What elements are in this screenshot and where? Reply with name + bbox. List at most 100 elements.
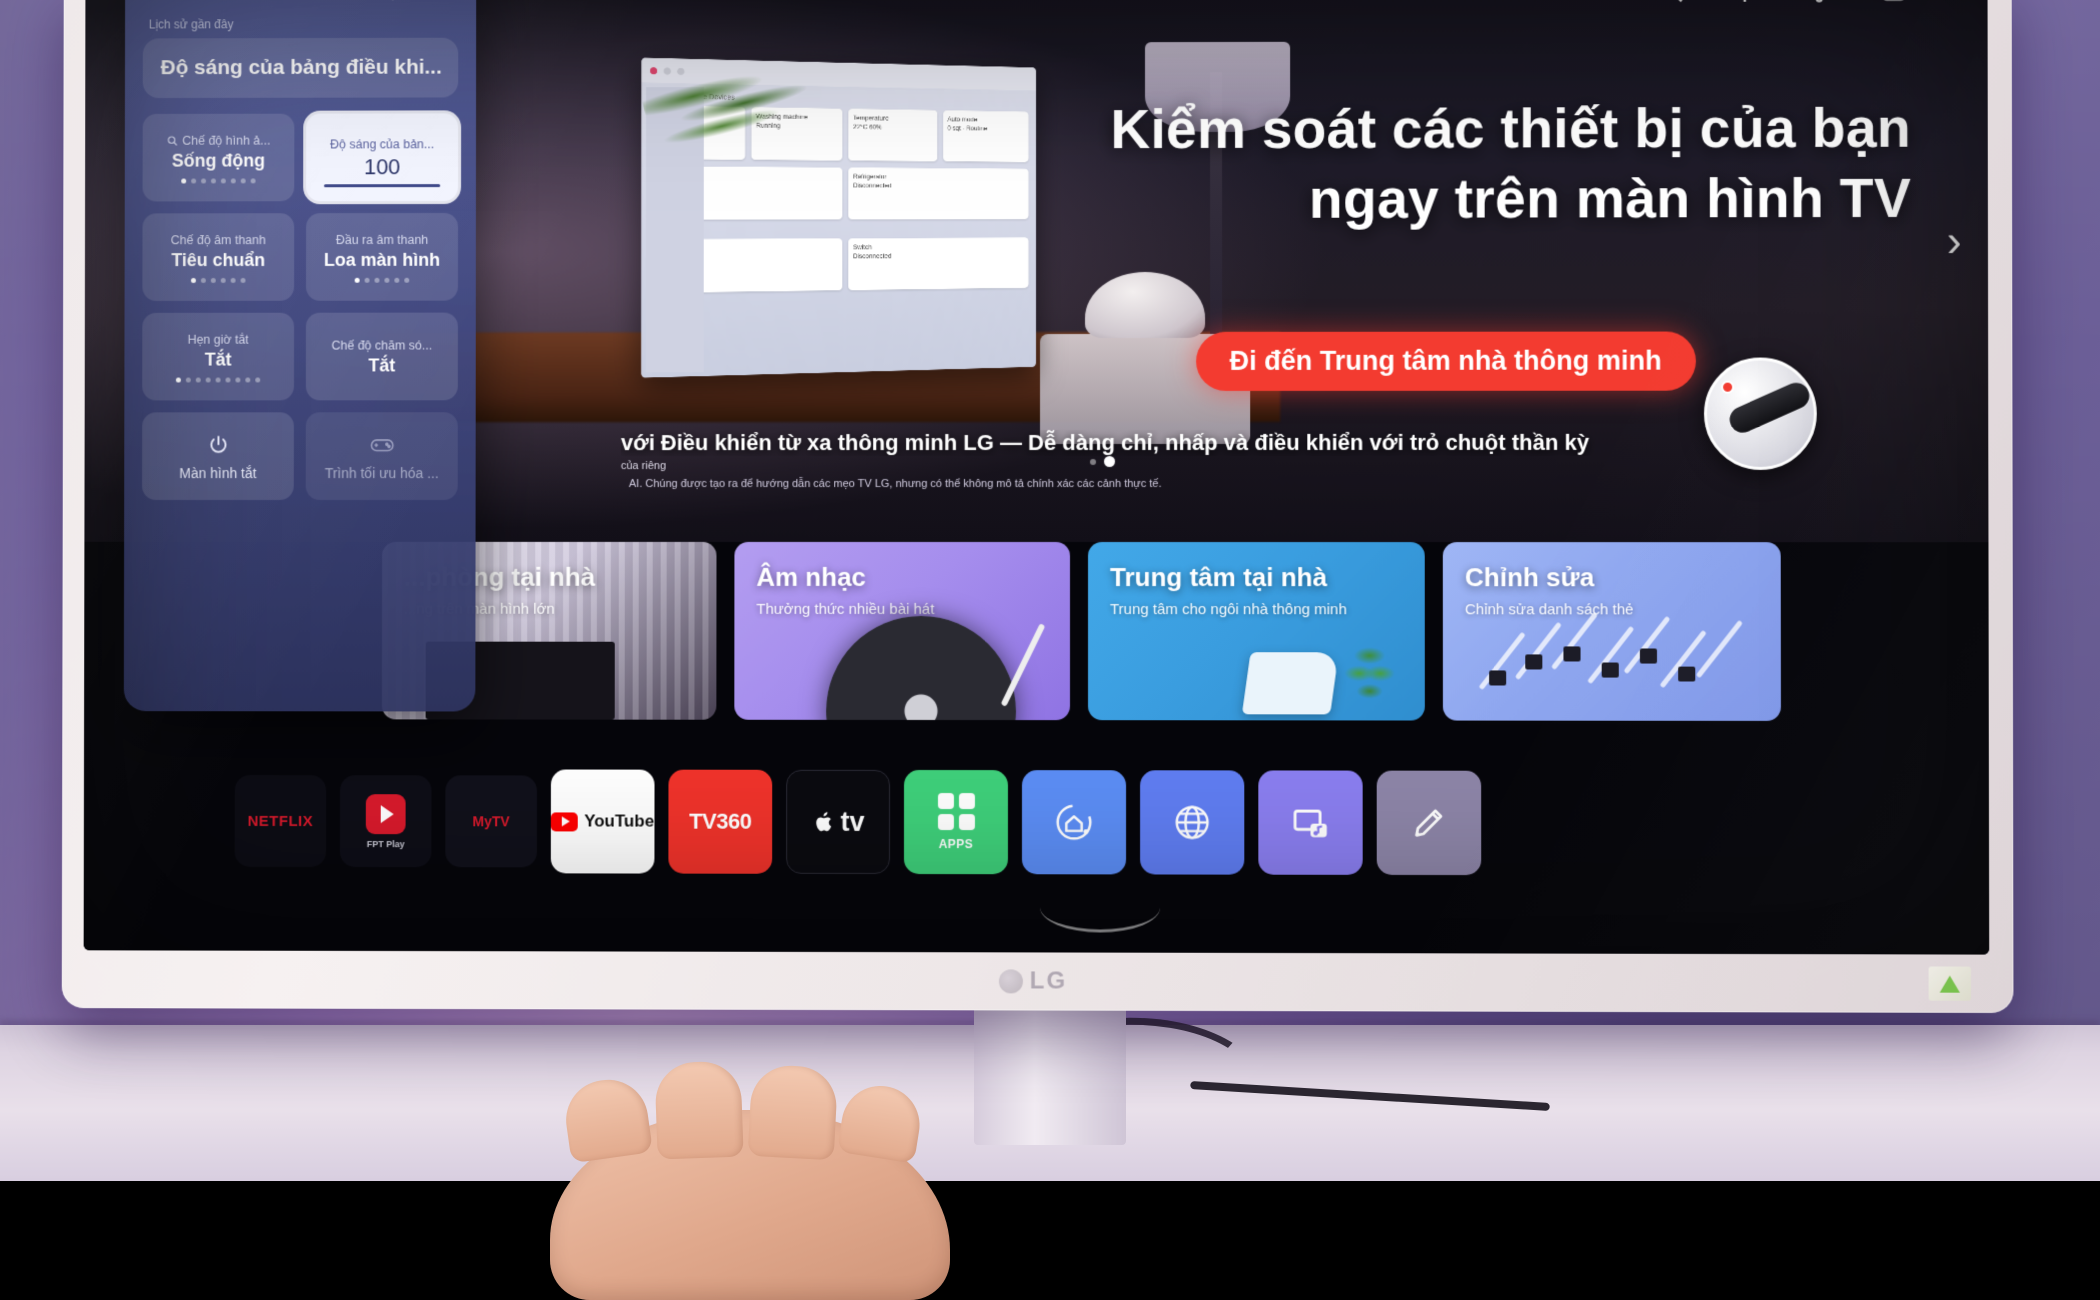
inset-card: SwitchDisconnected — [848, 237, 1028, 290]
tile-pager-dots — [181, 178, 255, 183]
smart-home-cta-button[interactable]: Đi đến Trung tâm nhà thông minh — [1196, 332, 1696, 391]
grid-apps-icon — [937, 793, 974, 830]
tile-title: Chế độ hình ả... — [182, 134, 270, 148]
hero-next-arrow-icon[interactable]: › — [1947, 217, 1962, 267]
accessibility-icon[interactable] — [291, 0, 316, 1]
scroll-down-chevron-icon[interactable] — [1040, 902, 1160, 932]
slider-knob — [1525, 654, 1542, 669]
app-all-apps[interactable]: APPS — [904, 770, 1008, 874]
app-fptplay[interactable]: FPT Play — [340, 775, 432, 867]
globe-icon — [1169, 799, 1215, 845]
hero-title-line-2: ngay trên màn hình TV — [908, 163, 1911, 235]
inset-row: LightsON / 60% SwitchDisconnected — [650, 237, 1029, 293]
gamepad-icon — [370, 433, 394, 457]
slider-knob — [1489, 670, 1506, 685]
card-edit-list[interactable]: Chỉnh sửa Chỉnh sửa danh sách thẻ — [1443, 542, 1781, 721]
hero-vase — [1085, 272, 1205, 338]
hand-finger — [561, 1075, 653, 1164]
notifications-icon[interactable] — [1804, 0, 1834, 5]
app-web-browser[interactable] — [1140, 770, 1244, 874]
tile-pager-dots — [191, 278, 246, 283]
slider-knob — [1640, 648, 1657, 663]
search-icon[interactable] — [1655, 0, 1685, 5]
carousel-dot-active[interactable] — [1104, 456, 1115, 467]
app-apple-tv[interactable]: tv — [786, 770, 890, 874]
power-screen-off-icon — [206, 433, 230, 457]
tile-title: Chế độ âm thanh — [171, 233, 266, 247]
app-mytv[interactable]: MyTV — [445, 775, 537, 867]
tile-pager-dots — [176, 377, 260, 382]
play-icon — [551, 812, 578, 831]
app-screen-share[interactable] — [1258, 770, 1362, 874]
app-label: FPT Play — [367, 839, 405, 849]
tile-title-wrap: Hẹn giờ tắt — [188, 333, 249, 347]
tile-panel-brightness[interactable]: Độ sáng của bản... 100 — [306, 113, 458, 201]
slider-knob — [1563, 646, 1580, 661]
app-edit-apps[interactable] — [1377, 771, 1482, 875]
profile-icon[interactable] — [1879, 0, 1909, 4]
tile-value: Tắt — [368, 355, 395, 376]
slider-knob — [1602, 663, 1619, 678]
app-label: NETFLIX — [248, 812, 314, 829]
edit-pencil-icon — [1407, 801, 1451, 845]
tile-sound-output[interactable]: Đầu ra âm thanh Loa màn hình — [306, 213, 458, 301]
hero-title-line-1: Kiểm soát các thiết bị của bạn — [908, 93, 1911, 165]
tile-title-wrap: Độ sáng của bản... — [330, 137, 434, 151]
card-title: Chỉnh sửa — [1465, 562, 1759, 593]
carousel-dot[interactable] — [1090, 458, 1096, 464]
lg-brand-logo: LG — [999, 967, 1067, 995]
slider-track — [1515, 622, 1562, 680]
tile-sound-mode[interactable]: Chế độ âm thanh Tiêu chuẩn — [142, 213, 294, 301]
tile-title-wrap: Chế độ âm thanh — [171, 233, 266, 247]
remote-body — [1726, 379, 1814, 437]
card-subtitle: Trung tâm cho ngôi nhà thông minh — [1110, 601, 1403, 618]
edit-pencil-icon[interactable] — [420, 0, 445, 1]
card-title: Trung tâm tại nhà — [1110, 562, 1403, 593]
remote-record-dot-icon — [1721, 381, 1734, 394]
inset-max-dot — [677, 67, 684, 74]
tile-label: Màn hình tắt — [179, 465, 256, 481]
tile-title: Đầu ra âm thanh — [336, 233, 428, 247]
slider-knob — [1678, 667, 1695, 682]
recent-history-item[interactable]: Độ sáng của bảng điều khi... — [143, 38, 459, 98]
recycle-triangle-icon — [1940, 975, 1960, 992]
hero-note-2: AI. Chúng được tạo ra để hướng dẫn các m… — [629, 478, 1162, 490]
tile-care-mode[interactable]: Chế độ chăm só... Tắt — [306, 313, 458, 401]
inset-min-dot — [664, 67, 671, 74]
app-smart-home[interactable] — [1022, 770, 1126, 874]
tile-title-wrap: Chế độ chăm só... — [331, 339, 432, 353]
card-tonearm — [1001, 623, 1046, 707]
hero-carousel-dots[interactable] — [1090, 456, 1115, 467]
gear-icon[interactable] — [240, 0, 265, 1]
app-label: YouTube — [584, 811, 654, 831]
brightness-slider[interactable] — [324, 184, 440, 187]
quick-settings-header-icons — [143, 0, 458, 18]
tile-screen-off[interactable]: Màn hình tắt — [142, 412, 294, 500]
hero-description: với Điều khiển từ xa thông minh LG — Dễ … — [621, 430, 1988, 456]
card-subtitle: Chỉnh sửa danh sách thẻ — [1465, 601, 1759, 618]
search-icon — [166, 135, 178, 147]
settings-gear-icon[interactable] — [1730, 0, 1760, 5]
wifi-icon[interactable] — [341, 0, 366, 1]
inset-close-dot — [650, 67, 657, 74]
card-music[interactable]: Âm nhạc Thưởng thức nhiều bài hát — [734, 542, 1070, 720]
app-label: APPS — [939, 837, 974, 851]
tile-title: Độ sáng của bản... — [330, 137, 434, 151]
card-subtitle: Thưởng thức nhiều bài hát — [756, 601, 1048, 618]
home-circle-icon — [1051, 799, 1097, 845]
human-hand — [520, 1050, 990, 1250]
tile-picture-mode[interactable]: Chế độ hình ả... Sống động — [143, 114, 295, 202]
app-label: TV360 — [689, 809, 751, 835]
card-vinyl-record-icon — [826, 616, 1016, 720]
apple-logo-icon — [812, 809, 838, 835]
tile-sleep-timer[interactable]: Hẹn giờ tắt Tắt — [142, 313, 294, 401]
tile-title: Hẹn giờ tắt — [188, 333, 249, 347]
app-youtube[interactable]: YouTube — [551, 769, 655, 873]
tile-value: Loa màn hình — [324, 250, 440, 271]
app-tv360[interactable]: TV360 — [668, 770, 772, 874]
tile-pager-dots — [355, 278, 410, 283]
app-netflix[interactable]: NETFLIX — [235, 775, 327, 867]
card-home-hub[interactable]: Trung tâm tại nhà Trung tâm cho ngôi nhà… — [1088, 542, 1425, 721]
tile-game-optimizer[interactable]: Trình tối ưu hóa ... — [306, 412, 458, 500]
monitor-chin: LG — [62, 950, 2014, 1013]
